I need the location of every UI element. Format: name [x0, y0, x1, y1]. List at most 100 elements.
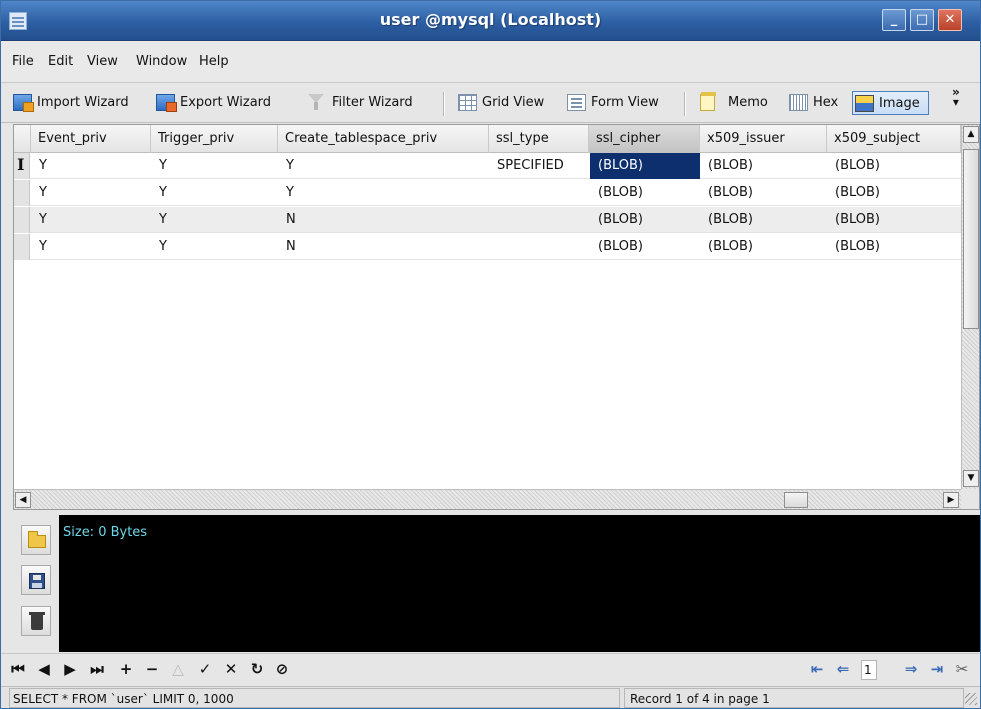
refresh-icon[interactable]: ↻ [248, 659, 266, 679]
scroll-up-icon[interactable]: ▲ [963, 126, 979, 143]
export-icon [156, 94, 177, 112]
next-record-icon[interactable]: ▶ [61, 659, 79, 679]
table-cell[interactable]: Y [278, 153, 489, 179]
import-wizard-button[interactable]: Import Wizard [11, 91, 129, 115]
table-cell[interactable]: (BLOB) [700, 207, 827, 233]
column-header[interactable]: x509_subject [827, 125, 961, 153]
horizontal-scroll-thumb[interactable] [784, 492, 808, 508]
table-cell[interactable]: (BLOB) [827, 207, 961, 233]
table-cell[interactable]: Y [151, 234, 278, 260]
page-number-input[interactable]: 1 [861, 660, 877, 680]
stop-icon[interactable]: ⊘ [273, 659, 291, 679]
maximize-button[interactable]: □ [910, 9, 934, 31]
table-row[interactable]: Y Y N (BLOB) (BLOB) (BLOB) [14, 234, 961, 260]
table-cell[interactable]: Y [151, 207, 278, 233]
menu-file[interactable]: File [12, 54, 34, 69]
table-cell[interactable]: Y [31, 180, 151, 206]
column-header[interactable]: Create_tablespace_priv [278, 125, 489, 153]
form-icon [567, 94, 586, 111]
table-row[interactable]: Y Y Y (BLOB) (BLOB) (BLOB) [14, 180, 961, 206]
column-header[interactable]: ssl_type [489, 125, 589, 153]
table-cell[interactable]: Y [151, 153, 278, 179]
table-cell[interactable]: Y [151, 180, 278, 206]
record-navigator: ⏮ ◀ ▶ ⏭ + − △ ✓ ✕ ↻ ⊘ ⇤ ⇐ 1 ⇒ ⇥ ✂ [1, 653, 980, 685]
export-wizard-button[interactable]: Export Wizard [154, 91, 271, 115]
prev-record-icon[interactable]: ◀ [35, 659, 53, 679]
minimize-button[interactable]: _ [882, 9, 906, 31]
table-cell[interactable]: (BLOB) [700, 180, 827, 206]
title-bar[interactable]: user @mysql (Localhost) _ □ ✕ [1, 1, 980, 41]
image-button[interactable]: Image [852, 91, 929, 115]
menu-window[interactable]: Window [136, 54, 187, 69]
grid-view-button[interactable]: Grid View [456, 91, 544, 115]
table-cell[interactable]: Y [31, 234, 151, 260]
table-cell[interactable]: (BLOB) [827, 153, 961, 179]
clear-blob-button[interactable] [21, 606, 51, 636]
close-button[interactable]: ✕ [938, 9, 962, 31]
column-header[interactable]: Trigger_priv [151, 125, 278, 153]
last-page-icon[interactable]: ⇥ [927, 659, 947, 679]
save-file-button[interactable] [21, 565, 51, 595]
hex-button[interactable]: Hex [787, 91, 838, 115]
table-cell[interactable]: (BLOB) [827, 234, 961, 260]
form-view-button[interactable]: Form View [565, 91, 659, 115]
scrollbar-corner [961, 489, 979, 509]
toolbar: Import Wizard Export Wizard Filter Wizar… [1, 83, 980, 123]
column-header[interactable]: x509_issuer [700, 125, 827, 153]
table-cell[interactable]: Y [31, 207, 151, 233]
tools-icon[interactable]: ✂ [952, 659, 972, 679]
row-indicator [14, 180, 30, 206]
row-indicator [14, 207, 30, 233]
table-cell[interactable]: (BLOB) [590, 207, 700, 233]
vertical-scroll-thumb[interactable] [963, 149, 979, 329]
discard-changes-icon[interactable]: ✕ [222, 659, 240, 679]
table-cell[interactable]: SPECIFIED [489, 153, 589, 179]
table-cell[interactable]: N [278, 207, 489, 233]
last-record-icon[interactable]: ⏭ [87, 659, 107, 679]
table-cell[interactable] [489, 180, 589, 206]
first-page-icon[interactable]: ⇤ [807, 659, 827, 679]
scroll-right-icon[interactable]: ▶ [943, 492, 959, 508]
table-cell[interactable]: (BLOB) [590, 234, 700, 260]
menu-help[interactable]: Help [199, 54, 229, 69]
resize-grip-icon[interactable] [965, 693, 977, 705]
add-record-icon[interactable]: + [117, 659, 135, 679]
memo-button[interactable]: Memo [698, 91, 768, 115]
table-cell[interactable]: (BLOB) [590, 180, 700, 206]
table-row[interactable]: I Y Y Y SPECIFIED (BLOB) (BLOB) (BLOB) [14, 153, 961, 179]
scroll-left-icon[interactable]: ◀ [15, 492, 31, 508]
table-cell-selected[interactable]: (BLOB) [590, 153, 700, 179]
status-bar: SELECT * FROM `user` LIMIT 0, 1000 Recor… [1, 686, 980, 708]
next-page-icon[interactable]: ⇒ [901, 659, 921, 679]
record-status-text: Record 1 of 4 in page 1 [624, 688, 964, 708]
menu-view[interactable]: View [87, 54, 118, 69]
toolbar-overflow-button[interactable]: » ▾ [952, 86, 960, 108]
edit-record-icon[interactable]: △ [169, 659, 187, 679]
menu-edit[interactable]: Edit [48, 54, 73, 69]
column-header[interactable]: Event_priv [31, 125, 151, 153]
export-wizard-label: Export Wizard [180, 95, 272, 110]
vertical-scrollbar[interactable]: ▲ ▼ [961, 125, 979, 489]
save-icon [29, 573, 45, 589]
prev-page-icon[interactable]: ⇐ [833, 659, 853, 679]
load-file-button[interactable] [21, 525, 51, 555]
window-title: user @mysql (Localhost) [379, 10, 602, 29]
scroll-down-icon[interactable]: ▼ [963, 470, 979, 487]
column-header-selected[interactable]: ssl_cipher [589, 125, 700, 153]
toolbar-separator [443, 92, 444, 116]
table-row[interactable]: Y Y N (BLOB) (BLOB) (BLOB) [14, 207, 961, 233]
table-cell[interactable]: (BLOB) [700, 153, 827, 179]
table-cell[interactable] [489, 234, 589, 260]
table-cell[interactable]: Y [31, 153, 151, 179]
table-cell[interactable]: (BLOB) [700, 234, 827, 260]
table-cell[interactable]: (BLOB) [827, 180, 961, 206]
horizontal-scrollbar[interactable]: ◀ ▶ [14, 489, 961, 509]
table-cell[interactable]: N [278, 234, 489, 260]
apply-changes-icon[interactable]: ✓ [195, 659, 215, 679]
first-record-icon[interactable]: ⏮ [9, 659, 27, 679]
filter-wizard-button[interactable]: Filter Wizard [306, 91, 413, 115]
delete-record-icon[interactable]: − [143, 659, 161, 679]
table-cell[interactable]: Y [278, 180, 489, 206]
row-cursor-icon: I [17, 155, 25, 174]
table-cell[interactable] [489, 207, 589, 233]
